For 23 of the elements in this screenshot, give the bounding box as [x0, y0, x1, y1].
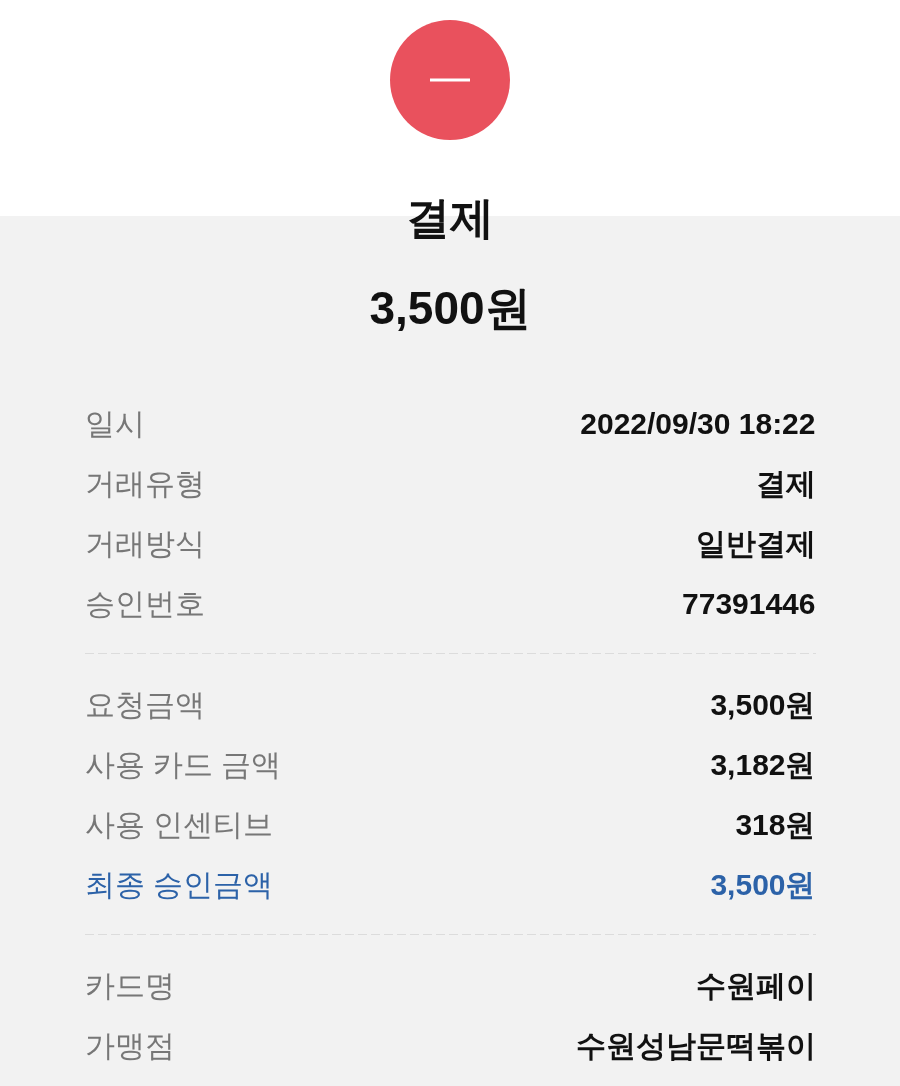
detail-value: 77391446 — [682, 586, 816, 622]
detail-label: 일시 — [84, 406, 145, 442]
detail-label: 거래방식 — [84, 526, 205, 562]
detail-label: 사용 인센티브 — [84, 807, 273, 843]
minus-circle-icon — [390, 20, 510, 140]
detail-value: 318원 — [735, 807, 816, 843]
detail-label: 요청금액 — [84, 687, 205, 723]
detail-value: 수원페이 — [695, 968, 816, 1004]
transaction-title: 결제 — [406, 192, 494, 244]
detail-value: 일반결제 — [695, 526, 816, 562]
detail-value: 결제 — [755, 466, 816, 502]
detail-label: 승인번호 — [84, 586, 205, 622]
detail-label: 카드명 — [84, 968, 175, 1004]
detail-label: 거래유형 — [84, 466, 205, 502]
detail-value: 3,182원 — [710, 747, 816, 783]
detail-value: 3,500원 — [710, 867, 816, 903]
detail-label: 사용 카드 금액 — [84, 747, 282, 783]
detail-value: 3,500원 — [710, 687, 816, 723]
detail-value: 2022/09/30 18:22 — [580, 406, 816, 442]
detail-value: 수원성남문떡볶이 — [575, 1028, 816, 1064]
transaction-amount: 3,500원 — [369, 281, 531, 336]
detail-label: 가맹점 — [84, 1028, 175, 1064]
detail-label: 최종 승인금액 — [84, 867, 273, 903]
